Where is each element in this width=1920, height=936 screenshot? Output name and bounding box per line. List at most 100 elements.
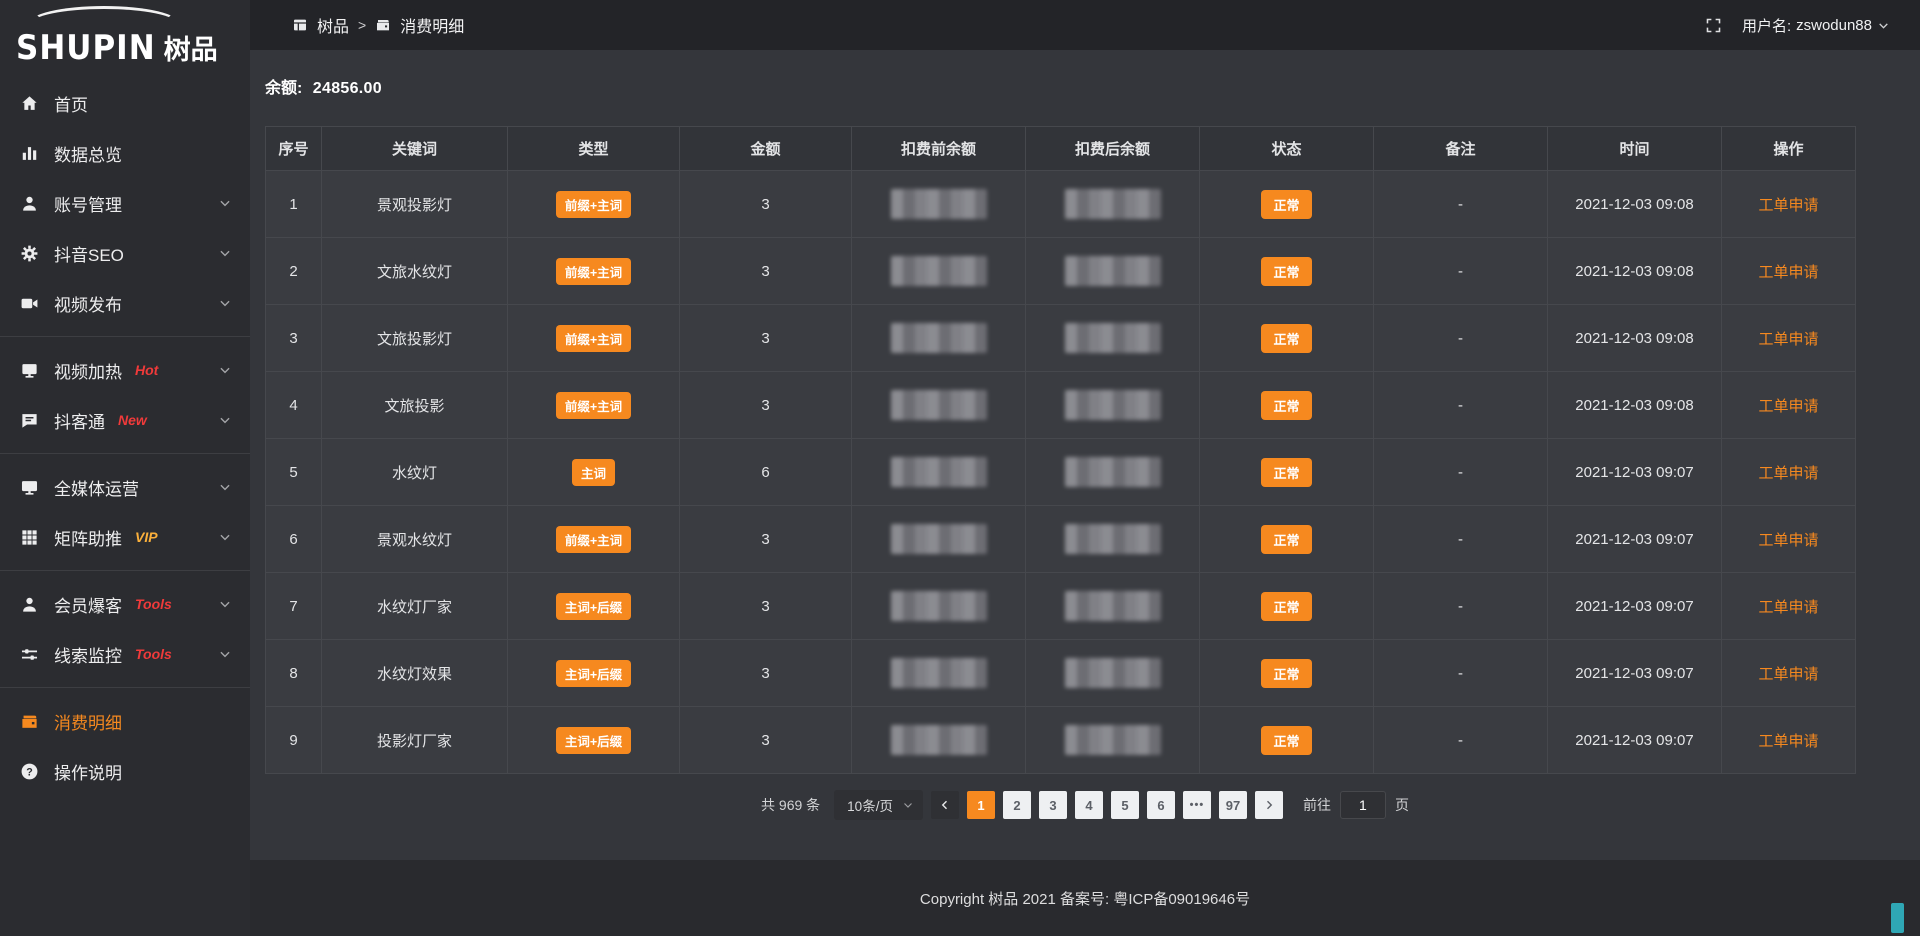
cell-type: 前缀+主词 [508,372,680,439]
cell-time: 2021-12-03 09:08 [1548,171,1722,238]
chevron-down-icon [218,597,232,611]
cell-time: 2021-12-03 09:08 [1548,372,1722,439]
chevron-down-icon [218,530,232,544]
table-header-row: 序号关键词类型金额扣费前余额扣费后余额状态备注时间操作 [266,127,1856,171]
work-order-link[interactable]: 工单申请 [1758,197,1818,214]
table-row: 3文旅投影灯前缀+主词3正常-2021-12-03 09:08工单申请 [266,305,1856,372]
work-order-link[interactable]: 工单申请 [1758,733,1818,750]
page-size-select[interactable]: 10条/页 [834,790,923,820]
page-button-5[interactable]: 5 [1111,791,1139,819]
wallet-icon [375,17,391,33]
cell-pre-balance [852,506,1026,573]
status-badge: 正常 [1261,458,1311,487]
cell-action: 工单申请 [1722,171,1856,238]
sidebar-item-douketong[interactable]: 抖客通New [0,395,250,445]
chat-icon [20,411,39,430]
cell-pre-balance [852,573,1026,640]
work-order-link[interactable]: 工单申请 [1758,398,1818,415]
cell-type: 前缀+主词 [508,305,680,372]
cell-no: 9 [266,707,322,774]
cell-pre-balance [852,439,1026,506]
cell-post-balance [1026,171,1200,238]
page-button-2[interactable]: 2 [1003,791,1031,819]
user-dropdown[interactable]: 用户名: zswodun88 [1742,15,1890,36]
cell-action: 工单申请 [1722,305,1856,372]
work-order-link[interactable]: 工单申请 [1758,599,1818,616]
sidebar-item-account-manage[interactable]: 账号管理 [0,178,250,228]
column-header: 关键词 [322,127,508,171]
cell-no: 6 [266,506,322,573]
sidebar-item-consume-detail[interactable]: 消费明细 [0,696,250,746]
breadcrumb-item-home[interactable]: 树品 [317,13,349,37]
cell-no: 3 [266,305,322,372]
work-order-link[interactable]: 工单申请 [1758,465,1818,482]
cell-post-balance [1026,506,1200,573]
sidebar-item-label: 首页 [54,91,88,116]
cell-status: 正常 [1200,171,1374,238]
page-button-1[interactable]: 1 [967,791,995,819]
blurred-value [1065,725,1161,755]
consume-table: 序号关键词类型金额扣费前余额扣费后余额状态备注时间操作 1景观投影灯前缀+主词3… [265,126,1856,774]
cell-no: 1 [266,171,322,238]
sidebar-item-douyin-seo[interactable]: 抖音SEO [0,228,250,278]
column-header: 金额 [680,127,852,171]
sidebar-item-label: 线索监控 [54,642,122,667]
status-badge: 正常 [1261,592,1311,621]
sidebar-item-data-overview[interactable]: 数据总览 [0,128,250,178]
table-row: 7水纹灯厂家主词+后缀3正常-2021-12-03 09:07工单申请 [266,573,1856,640]
work-order-link[interactable]: 工单申请 [1758,331,1818,348]
blurred-value [1065,390,1161,420]
username-label: 用户名: [1742,15,1791,36]
cell-time: 2021-12-03 09:07 [1548,506,1722,573]
cell-no: 2 [266,238,322,305]
cell-action: 工单申请 [1722,707,1856,774]
next-page-button[interactable] [1255,791,1283,819]
chevron-right-icon [1263,799,1275,811]
grid-icon [20,528,39,547]
type-badge: 主词 [572,459,615,486]
sidebar-item-matrix-boost[interactable]: 矩阵助推VIP [0,512,250,562]
page-button-4[interactable]: 4 [1075,791,1103,819]
sidebar-item-home[interactable]: 首页 [0,78,250,128]
menu-divider [0,687,250,688]
page-button-3[interactable]: 3 [1039,791,1067,819]
cell-time: 2021-12-03 09:07 [1548,439,1722,506]
cell-status: 正常 [1200,640,1374,707]
table-row: 2文旅水纹灯前缀+主词3正常-2021-12-03 09:08工单申请 [266,238,1856,305]
cell-amount: 6 [680,439,852,506]
cell-status: 正常 [1200,238,1374,305]
page-button-97[interactable]: 97 [1219,791,1247,819]
page-button-6[interactable]: 6 [1147,791,1175,819]
type-badge: 前缀+主词 [556,392,631,419]
table-row: 8水纹灯效果主词+后缀3正常-2021-12-03 09:07工单申请 [266,640,1856,707]
cell-remark: - [1374,372,1548,439]
sidebar-item-badge: Tools [135,596,172,612]
goto-page: 前往 页 [1303,791,1409,819]
cell-pre-balance [852,171,1026,238]
status-badge: 正常 [1261,324,1311,353]
sidebar-item-member-burst[interactable]: 会员爆客 Tools [0,579,250,629]
goto-page-input[interactable] [1340,791,1386,819]
cell-post-balance [1026,305,1200,372]
logo-text-en: SHUPIN [16,32,156,65]
sidebar-item-video-publish[interactable]: 视频发布 [0,278,250,328]
type-badge: 主词+后缀 [556,660,631,687]
floating-widget[interactable] [1891,903,1904,933]
fullscreen-icon[interactable] [1705,17,1722,34]
menu-divider [0,570,250,571]
sidebar-item-label: 抖客通 [54,408,105,433]
prev-page-button[interactable] [931,791,959,819]
work-order-link[interactable]: 工单申请 [1758,532,1818,549]
sidebar-item-video-heat[interactable]: 视频加热Hot [0,345,250,395]
work-order-link[interactable]: 工单申请 [1758,666,1818,683]
status-badge: 正常 [1261,190,1311,219]
page-ellipsis-button[interactable]: ••• [1183,791,1211,819]
work-order-link[interactable]: 工单申请 [1758,264,1818,281]
sidebar-item-leads-monitor[interactable]: 线索监控Tools [0,629,250,679]
blurred-value [891,256,987,286]
sidebar-item-manual[interactable]: ?操作说明 [0,746,250,796]
cell-remark: - [1374,640,1548,707]
cell-keyword: 水纹灯厂家 [322,573,508,640]
sidebar-item-label: 会员爆客 [54,592,122,617]
sidebar-item-media-operation[interactable]: 全媒体运营 [0,462,250,512]
